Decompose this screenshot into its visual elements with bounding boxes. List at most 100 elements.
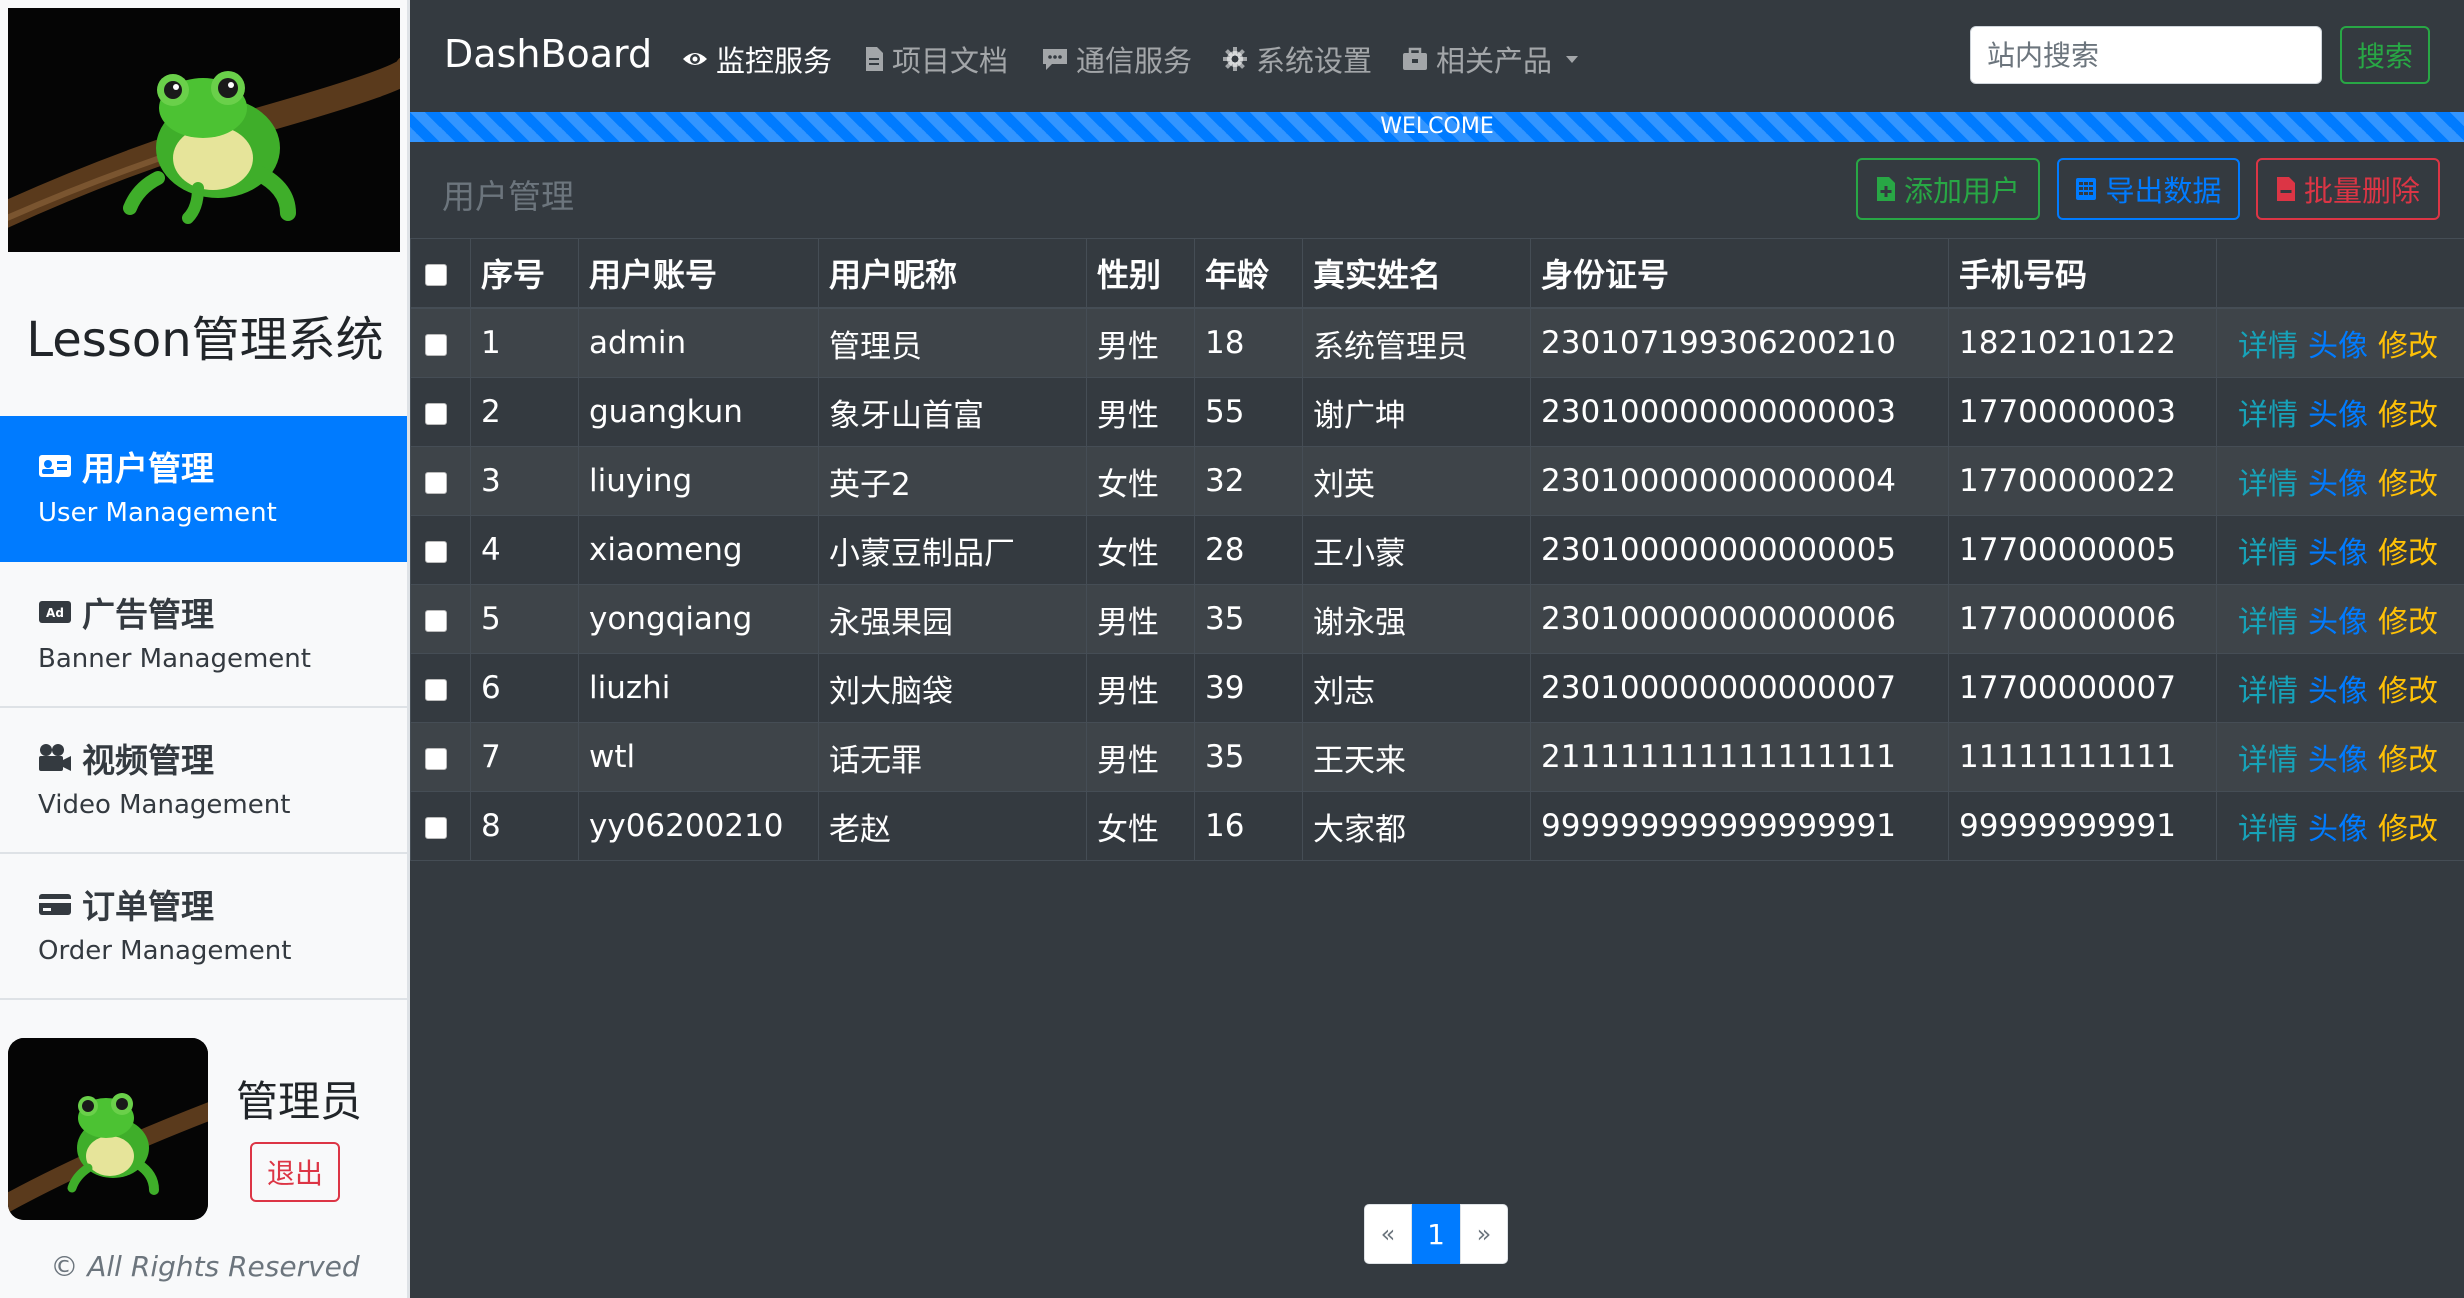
avatar-link[interactable]: 头像 xyxy=(2308,743,2368,778)
row-checkbox-cell[interactable] xyxy=(410,377,471,447)
nav-system-settings[interactable]: 系统设置 xyxy=(1222,38,1372,80)
sidebar-item-video-management[interactable]: 视频管理 Video Management xyxy=(0,708,407,854)
cell-no: 5 xyxy=(470,584,579,654)
cell-real-name: 王小蒙 xyxy=(1302,515,1531,585)
nav-monitor-service[interactable]: 监控服务 xyxy=(682,38,832,80)
avatar-link[interactable]: 头像 xyxy=(2308,536,2368,571)
avatar-link[interactable]: 头像 xyxy=(2308,467,2368,502)
column-header: 手机号码 xyxy=(1948,238,2217,309)
edit-link[interactable]: 修改 xyxy=(2378,467,2438,502)
edit-link[interactable]: 修改 xyxy=(2378,329,2438,364)
cell-phone: 11111111111 xyxy=(1948,722,2217,792)
sidebar-item-sublabel: User Management xyxy=(38,498,277,528)
sidebar-item-order-management[interactable]: 订单管理 Order Management xyxy=(0,854,407,1000)
row-actions: 详情 头像 修改 xyxy=(2216,584,2464,654)
user-table-container: 序号 用户账号 用户昵称 性别 年龄 真实姓名 身份证号 手机号码 1 admin… xyxy=(410,238,2464,861)
sidebar-item-sublabel: Video Management xyxy=(38,790,291,820)
sidebar-item-user-management[interactable]: 用户管理 User Management xyxy=(0,416,407,562)
row-checkbox-cell[interactable] xyxy=(410,307,471,378)
cell-id-card: 230100000000000005 xyxy=(1530,515,1949,585)
edit-link[interactable]: 修改 xyxy=(2378,812,2438,847)
pagination-prev[interactable]: « xyxy=(1364,1204,1412,1264)
row-checkbox-cell[interactable] xyxy=(410,653,471,723)
select-all-checkbox[interactable] xyxy=(425,264,447,286)
nav-project-docs[interactable]: 项目文档 xyxy=(864,38,1008,80)
row-checkbox-cell[interactable] xyxy=(410,722,471,792)
chevron-down-icon xyxy=(1566,56,1579,63)
sidebar-item-banner-management[interactable]: Ad 广告管理 Banner Management xyxy=(0,562,407,708)
edit-link[interactable]: 修改 xyxy=(2378,743,2438,778)
row-checkbox[interactable] xyxy=(425,678,447,701)
add-user-button[interactable]: 添加用户 xyxy=(1856,158,2040,220)
column-header: 用户昵称 xyxy=(818,238,1087,309)
pagination-next[interactable]: » xyxy=(1460,1204,1508,1264)
cell-no: 1 xyxy=(470,307,579,378)
cell-account: wtl xyxy=(578,722,819,792)
search-input[interactable] xyxy=(1970,26,2322,84)
table-row: 2 guangkun 象牙山首富 男性 55 谢广坤 230100000000000003 1… xyxy=(410,377,2464,447)
detail-link[interactable]: 详情 xyxy=(2238,674,2298,709)
nav-related-products-dropdown[interactable]: 相关产品 xyxy=(1402,38,1592,80)
row-checkbox-cell[interactable] xyxy=(410,791,471,861)
row-checkbox[interactable] xyxy=(425,747,447,770)
avatar-link[interactable]: 头像 xyxy=(2308,605,2368,640)
row-checkbox[interactable] xyxy=(425,540,447,563)
avatar-link[interactable]: 头像 xyxy=(2308,329,2368,364)
cell-account: liuying xyxy=(578,446,819,516)
pagination-page-current[interactable]: 1 xyxy=(1412,1204,1460,1264)
row-checkbox[interactable] xyxy=(425,609,447,632)
export-data-button[interactable]: 导出数据 xyxy=(2057,158,2240,220)
cell-id-card: 230100000000000007 xyxy=(1530,653,1949,723)
detail-link[interactable]: 详情 xyxy=(2238,536,2298,571)
cell-age: 39 xyxy=(1194,653,1303,723)
row-checkbox-cell[interactable] xyxy=(410,584,471,654)
row-checkbox[interactable] xyxy=(425,471,447,494)
cell-real-name: 王天来 xyxy=(1302,722,1531,792)
detail-link[interactable]: 详情 xyxy=(2238,812,2298,847)
briefcase-icon xyxy=(1403,47,1427,70)
row-checkbox-cell[interactable] xyxy=(410,446,471,516)
sidebar-item-sublabel: Banner Management xyxy=(38,644,311,674)
row-checkbox-cell[interactable] xyxy=(410,515,471,585)
edit-link[interactable]: 修改 xyxy=(2378,536,2438,571)
select-all-checkbox-cell[interactable] xyxy=(410,238,471,309)
batch-delete-button[interactable]: 批量删除 xyxy=(2256,158,2440,220)
video-icon xyxy=(39,744,71,771)
cell-id-card: 211111111111111111 xyxy=(1530,722,1949,792)
batch-delete-label: 批量删除 xyxy=(2303,176,2420,208)
cell-phone: 18210210122 xyxy=(1948,307,2217,378)
cell-id-card: 230100000000000003 xyxy=(1530,377,1949,447)
avatar-link[interactable]: 头像 xyxy=(2308,674,2368,709)
row-actions: 详情 头像 修改 xyxy=(2216,515,2464,585)
detail-link[interactable]: 详情 xyxy=(2238,398,2298,433)
avatar xyxy=(8,1038,208,1220)
cell-account: yongqiang xyxy=(578,584,819,654)
table-icon xyxy=(2076,178,2097,200)
edit-link[interactable]: 修改 xyxy=(2378,674,2438,709)
detail-link[interactable]: 详情 xyxy=(2238,467,2298,502)
detail-link[interactable]: 详情 xyxy=(2238,605,2298,640)
cell-phone: 17700000006 xyxy=(1948,584,2217,654)
export-data-label: 导出数据 xyxy=(2105,176,2222,208)
brand-link[interactable]: DashBoard xyxy=(444,32,652,76)
edit-link[interactable]: 修改 xyxy=(2378,398,2438,433)
detail-link[interactable]: 详情 xyxy=(2238,743,2298,778)
avatar-link[interactable]: 头像 xyxy=(2308,812,2368,847)
row-checkbox[interactable] xyxy=(425,402,447,425)
nav-label: 项目文档 xyxy=(892,44,1009,78)
ad-icon: Ad xyxy=(39,601,71,623)
cell-age: 16 xyxy=(1194,791,1303,861)
avatar-link[interactable]: 头像 xyxy=(2308,398,2368,433)
cell-gender: 男性 xyxy=(1086,584,1195,654)
row-checkbox[interactable] xyxy=(425,333,447,356)
edit-link[interactable]: 修改 xyxy=(2378,605,2438,640)
detail-link[interactable]: 详情 xyxy=(2238,329,2298,364)
user-name: 管理员 xyxy=(236,1077,363,1126)
nav-communication-service[interactable]: 通信服务 xyxy=(1042,38,1192,80)
row-actions: 详情 头像 修改 xyxy=(2216,446,2464,516)
search-button[interactable]: 搜索 xyxy=(2340,26,2430,84)
logout-button[interactable]: 退出 xyxy=(250,1142,340,1202)
row-checkbox[interactable] xyxy=(425,816,447,839)
pagination: « 1 » xyxy=(1364,1204,1508,1264)
cell-account: xiaomeng xyxy=(578,515,819,585)
